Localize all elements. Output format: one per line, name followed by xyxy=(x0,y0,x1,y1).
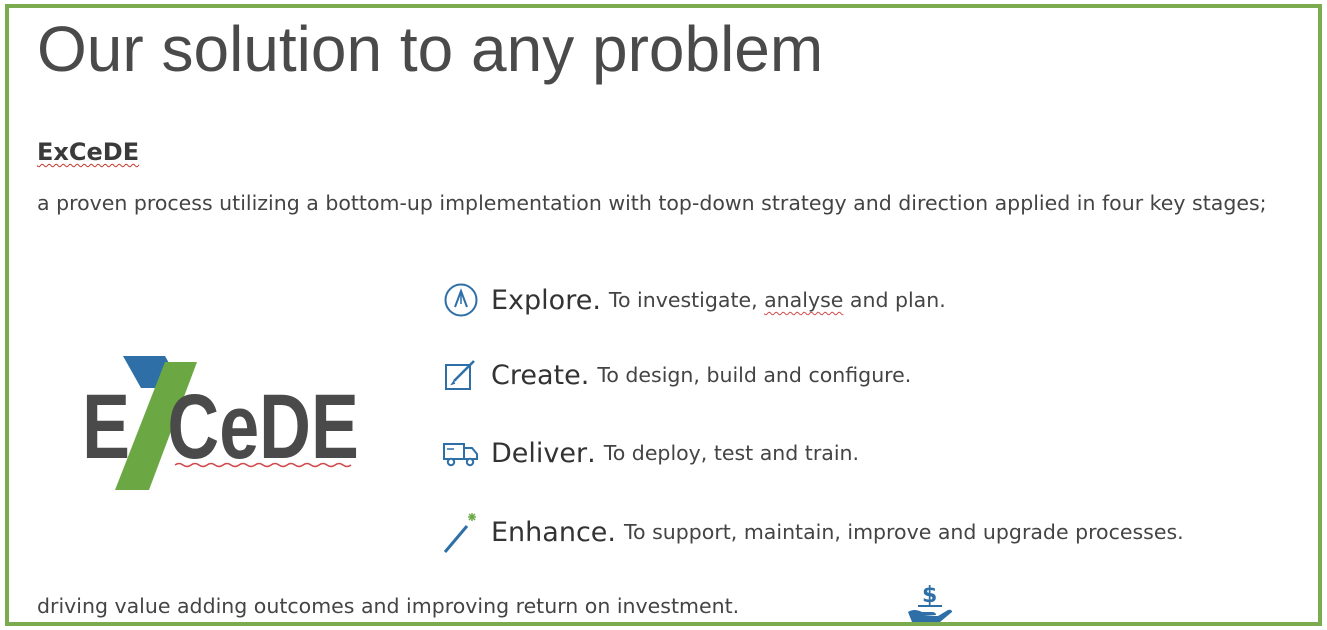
stage-period: . xyxy=(587,437,596,469)
stage-period: . xyxy=(592,284,601,316)
edit-icon xyxy=(441,355,481,395)
stage-period: . xyxy=(580,359,590,391)
money-hand-icon: $ xyxy=(908,583,952,622)
stage-description: To deploy, test and train. xyxy=(603,441,860,465)
magic-wand-icon xyxy=(441,512,481,553)
stage-name: Create xyxy=(491,359,581,391)
logo-letter-e: E xyxy=(82,375,130,478)
compass-icon xyxy=(441,280,481,320)
excede-logo: E CeDE xyxy=(82,356,359,490)
slide-frame: Our solution to any problem ExCeDE a pro… xyxy=(5,4,1322,626)
stage-name: Deliver xyxy=(491,437,588,469)
intro-text: a proven process utilizing a bottom-up i… xyxy=(37,191,1267,215)
stage-description: To support, maintain, improve and upgrad… xyxy=(624,520,1184,544)
stage-name: Enhance xyxy=(491,516,608,548)
stage-name: Explore xyxy=(491,284,593,316)
stage-create: Create. To design, build and configure. xyxy=(441,355,911,395)
brand-heading: ExCeDE xyxy=(37,138,140,166)
stage-description-end: and plan. xyxy=(843,288,946,312)
outro-text: driving value adding outcomes and improv… xyxy=(37,594,740,618)
stage-description-start: To investigate, xyxy=(608,288,765,312)
truck-icon xyxy=(441,433,481,473)
stage-description: To investigate, analyse and plan. xyxy=(609,288,946,312)
stage-description: To design, build and configure. xyxy=(597,363,912,387)
stage-period: . xyxy=(607,516,616,548)
logo-text: E CeDE xyxy=(82,375,359,478)
stage-explore: Explore. To investigate, analyse and pla… xyxy=(441,280,946,320)
stage-enhance: Enhance. To support, maintain, improve a… xyxy=(441,512,1184,553)
stage-description-misspelled-word: analyse xyxy=(764,288,844,312)
slide-title: Our solution to any problem xyxy=(37,13,824,85)
logo-letters-cede: CeDE xyxy=(167,375,358,478)
stage-deliver: Deliver. To deploy, test and train. xyxy=(441,433,859,473)
svg-text:$: $ xyxy=(922,583,937,608)
